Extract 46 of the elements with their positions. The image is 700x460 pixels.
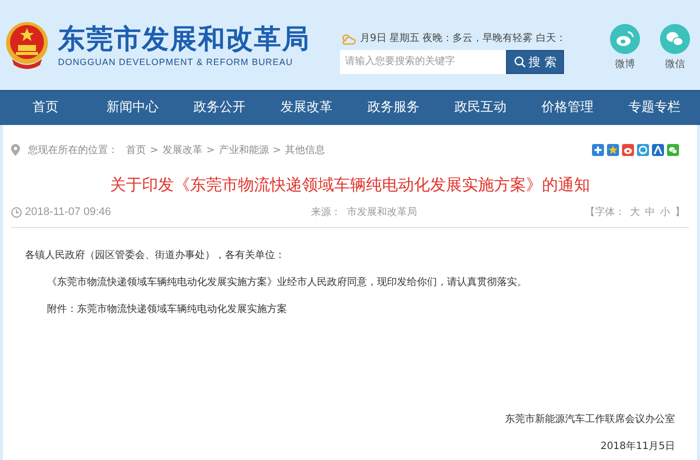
- site-subtitle: DONGGUAN DEVELOPMENT & REFORM BUREAU: [58, 56, 294, 68]
- nav-item[interactable]: 发展改革: [263, 91, 350, 125]
- social-label[interactable]: 微博: [615, 57, 635, 72]
- wechat-share-icon[interactable]: [667, 144, 679, 156]
- search-field[interactable]: 请输入您要搜索的关键字: [340, 50, 506, 74]
- star-icon[interactable]: [607, 144, 619, 156]
- weather-text: 月9日 星期五 夜晚：多云，早晚有轻雾 白天：: [360, 32, 566, 46]
- nav-item[interactable]: 政务公开: [176, 91, 263, 125]
- search-icon: [514, 56, 526, 68]
- breadcrumb-separator: >: [206, 144, 215, 158]
- article-paragraph: 《东莞市物流快递领域车辆纯电动化发展实施方案》业经市人民政府同意，现印发给你们，请认真贯彻落实。: [46, 276, 528, 290]
- breadcrumb-separator: >: [150, 144, 158, 158]
- publish-date: 2018-11-07 09:46: [25, 205, 112, 220]
- breadcrumb-label: 您现在所在的位置：: [28, 144, 118, 158]
- breadcrumb-link[interactable]: 其他信息: [285, 142, 326, 158]
- weather-cloud-icon: [340, 32, 356, 44]
- source-label: 来源：: [311, 206, 342, 220]
- location-pin-icon: [11, 144, 20, 156]
- chat-bubble-icon[interactable]: [637, 144, 649, 156]
- emblem-icon: [4, 19, 50, 71]
- signature: 东莞市新能源汽车工作联席会议办公室: [505, 412, 675, 427]
- clock-icon: [11, 207, 22, 218]
- eye-icon[interactable]: [622, 144, 634, 156]
- search-button[interactable]: 搜 索: [506, 50, 564, 74]
- font-size-bracket: 】: [675, 206, 685, 220]
- source-name: 市发展和改革局: [347, 206, 418, 220]
- nav-item[interactable]: 价格管理: [524, 91, 611, 125]
- site-title: 东莞市发展和改革局: [58, 24, 310, 56]
- article-paragraph: 各镇人民政府（园区管委会、街道办事处），各有关单位：: [25, 248, 286, 263]
- plus-icon[interactable]: [592, 144, 604, 156]
- breadcrumb-link[interactable]: 产业和能源: [218, 142, 269, 158]
- weibo-icon[interactable]: [610, 24, 640, 54]
- signed-date: 2018年11月5日: [600, 440, 675, 454]
- breadcrumb-link[interactable]: 发展改革: [162, 142, 202, 158]
- font-size-label: 【字体：: [585, 206, 625, 220]
- nav-item[interactable]: 首页: [2, 91, 89, 125]
- breadcrumb-separator: >: [272, 144, 282, 158]
- nav-item[interactable]: 政务服务: [350, 91, 437, 125]
- nav-item[interactable]: 政民互动: [437, 91, 524, 125]
- nav-item[interactable]: 新闻中心: [89, 91, 176, 125]
- breadcrumb-link[interactable]: 首页: [126, 142, 146, 158]
- nav-item[interactable]: 专题专栏: [611, 91, 698, 125]
- article-paragraph: 附件：东莞市物流快递领域车辆纯电动化发展实施方案: [46, 302, 288, 317]
- social-label[interactable]: 微信: [665, 57, 685, 72]
- article-title: 关于印发《东莞市物流快递领域车辆纯电动化发展实施方案》的通知: [109, 174, 591, 196]
- wechat-icon[interactable]: [660, 24, 690, 54]
